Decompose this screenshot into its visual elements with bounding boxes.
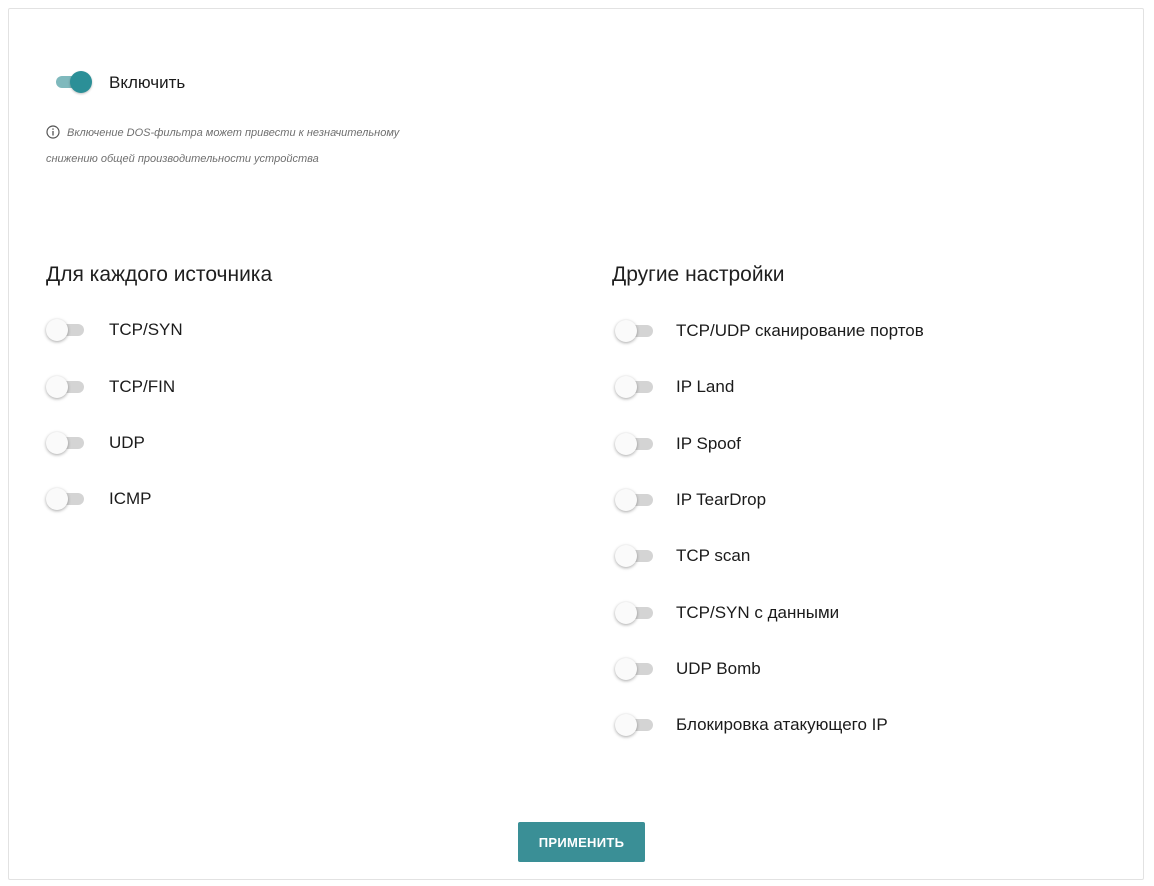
apply-button[interactable]: ПРИМЕНИТЬ	[518, 822, 645, 862]
toggle-knob	[615, 433, 637, 455]
tcp-fin-toggle[interactable]	[46, 375, 86, 399]
toggle-knob	[615, 714, 637, 736]
udp-toggle[interactable]	[46, 431, 86, 455]
tcp-syn-label: TCP/SYN	[109, 320, 183, 339]
toggle-knob	[615, 376, 637, 398]
tcp-syn-data-toggle[interactable]	[615, 601, 655, 625]
toggle-knob	[70, 71, 92, 93]
port-scan-toggle[interactable]	[615, 319, 655, 343]
toggle-knob	[615, 320, 637, 342]
performance-note-line1: Включение DOS-фильтра может привести к н…	[67, 127, 400, 139]
ip-land-label: IP Land	[676, 377, 735, 396]
icmp-toggle[interactable]	[46, 487, 86, 511]
ip-teardrop-label: IP TearDrop	[676, 490, 767, 509]
ip-spoof-toggle[interactable]	[615, 432, 655, 456]
udp-bomb-label: UDP Bomb	[676, 659, 761, 678]
tcp-syn-toggle[interactable]	[46, 318, 86, 342]
toggle-knob	[615, 489, 637, 511]
toggle-knob	[615, 602, 637, 624]
toggle-knob	[46, 488, 68, 510]
ip-spoof-label: IP Spoof	[676, 434, 741, 453]
toggle-knob	[615, 545, 637, 567]
per-source-title: Для каждого источника	[46, 263, 273, 286]
tcp-scan-label: TCP scan	[676, 546, 751, 565]
tcp-scan-toggle[interactable]	[615, 544, 655, 568]
ip-teardrop-toggle[interactable]	[615, 488, 655, 512]
block-attacker-ip-label: Блокировка атакующего IP	[676, 715, 888, 734]
toggle-knob	[46, 432, 68, 454]
ip-land-toggle[interactable]	[615, 375, 655, 399]
udp-bomb-toggle[interactable]	[615, 657, 655, 681]
toggle-knob	[46, 376, 68, 398]
info-icon	[46, 125, 60, 139]
tcp-fin-label: TCP/FIN	[109, 377, 176, 396]
port-scan-label: TCP/UDP сканирование портов	[676, 321, 924, 340]
icmp-label: ICMP	[109, 489, 152, 508]
tcp-syn-data-label: TCP/SYN с данными	[676, 603, 840, 622]
performance-note-line2: снижению общей производительности устрой…	[46, 153, 319, 165]
enable-toggle[interactable]	[52, 70, 92, 94]
udp-label: UDP	[109, 433, 145, 452]
block-attacker-ip-toggle[interactable]	[615, 713, 655, 737]
other-settings-title: Другие настройки	[612, 263, 785, 286]
toggle-knob	[615, 658, 637, 680]
enable-label: Включить	[109, 73, 186, 92]
toggle-knob	[46, 319, 68, 341]
